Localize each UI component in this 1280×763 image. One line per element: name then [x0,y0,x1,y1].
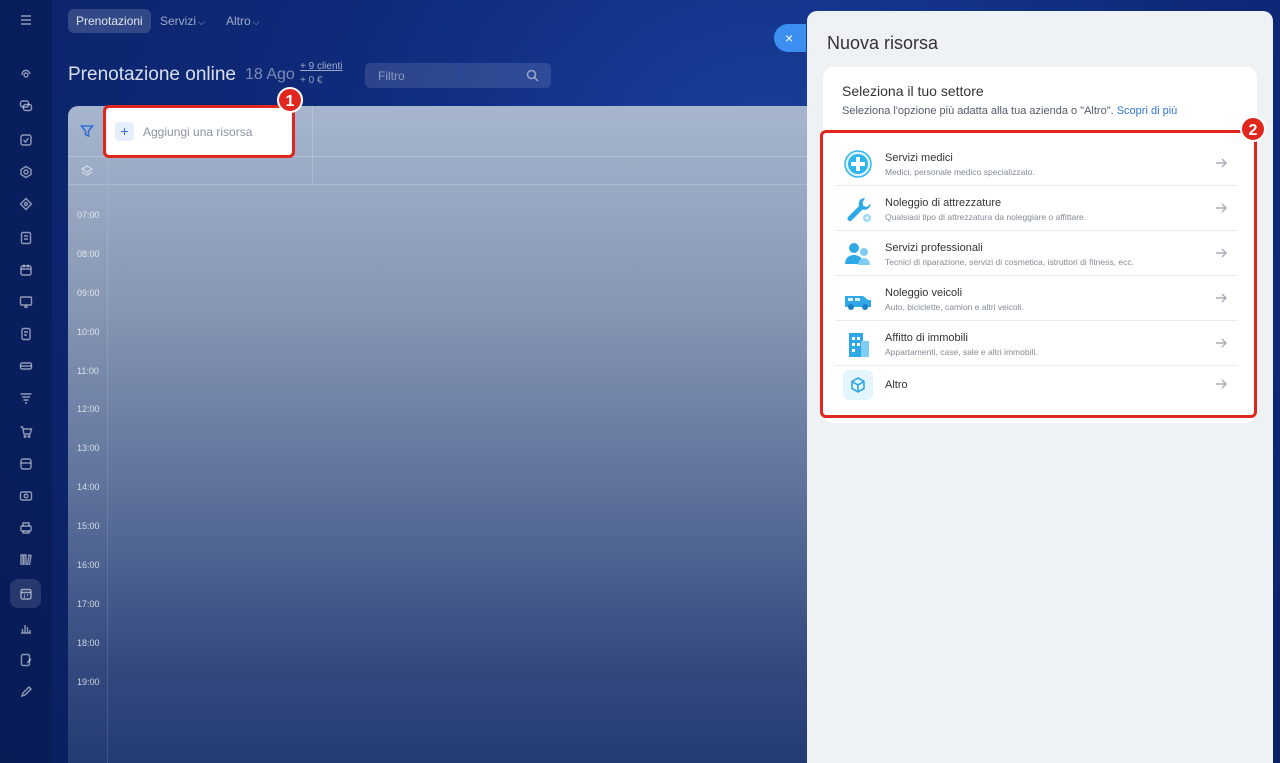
card-subtitle: Seleziona l'opzione più adatta alla tua … [842,105,1177,117]
sidebar-item-analytics[interactable] [16,618,36,638]
time-label: 08:00 [77,249,100,259]
add-resource-button[interactable]: + Aggiungi una risorsa [103,105,295,158]
filter-search[interactable] [365,63,551,88]
sidebar-item-edit[interactable] [16,682,36,702]
card-subtitle-text: Seleziona l'opzione più adatta alla tua … [842,105,1114,117]
sidebar-item-feed[interactable] [16,62,36,82]
sidebar-item-printer[interactable] [16,518,36,538]
booking-calendar: 07:00 08:00 09:00 10:00 11:00 12:00 13:0… [68,106,828,763]
column-separator [312,106,313,184]
clients-counter[interactable]: + 9 clienti [300,61,343,72]
time-label: 12:00 [77,404,100,414]
filter-funnel-icon[interactable] [79,124,95,138]
time-label: 15:00 [77,521,100,531]
sidebar-item-sign[interactable] [16,650,36,670]
card-title: Seleziona il tuo settore [842,83,984,99]
sidebar-item-funnel[interactable] [16,388,36,408]
time-label: 17:00 [77,599,100,609]
sidebar-item-tasks[interactable] [16,130,36,150]
time-column [68,106,108,763]
sidebar-item-knowledge[interactable] [16,550,36,570]
time-label: 16:00 [77,560,100,570]
sidebar-item-cashbox[interactable] [16,486,36,506]
add-resource-label: Aggiungi una risorsa [143,124,253,139]
sidebar-item-drive[interactable] [16,356,36,376]
time-label: 09:00 [77,288,100,298]
options-highlight-frame [820,130,1257,418]
annotation-badge-2: 2 [1240,116,1266,142]
time-label: 10:00 [77,327,100,337]
tab-altro[interactable]: Altro ⌵ [226,9,260,33]
sidebar-item-chat[interactable] [16,96,36,116]
layers-icon[interactable] [80,164,94,176]
close-slider-button[interactable]: × [774,24,806,52]
learn-more-link[interactable]: Scopri di più [1117,105,1178,117]
tab-servizi-label: Servizi [160,14,197,28]
header-divider [68,184,828,185]
sidebar-item-calendar[interactable] [16,260,36,280]
header-divider [68,156,828,157]
time-label: 07:00 [77,210,100,220]
menu-icon[interactable] [16,10,36,30]
sidebar-item-sites[interactable] [16,194,36,214]
left-sidebar [0,0,52,763]
sidebar-item-shop[interactable] [16,422,36,442]
sidebar-item-notes[interactable] [16,324,36,344]
page-title: Prenotazione online [68,64,236,85]
time-label: 19:00 [77,677,100,687]
sidebar-item-booking[interactable] [16,584,36,604]
sidebar-item-inventory[interactable] [16,454,36,474]
time-label: 18:00 [77,638,100,648]
filter-input[interactable] [365,63,515,88]
sidebar-item-documents[interactable] [16,228,36,248]
tab-altro-label: Altro [226,14,251,28]
tab-servizi[interactable]: Servizi ⌵ [160,9,205,33]
search-icon[interactable] [526,69,539,82]
sidebar-item-crm[interactable] [16,162,36,182]
time-label: 14:00 [77,482,100,492]
sidebar-item-presentations[interactable] [16,292,36,312]
revenue-counter: + 0 € [300,75,323,86]
plus-icon: + [115,122,134,141]
time-label: 13:00 [77,443,100,453]
chevron-down-icon: ⌵ [252,17,260,27]
tab-prenotazioni[interactable]: Prenotazioni [68,9,151,33]
page-date[interactable]: 18 Ago [245,66,295,84]
time-label: 11:00 [77,366,99,376]
panel-title: Nuova risorsa [827,33,939,53]
annotation-badge-1: 1 [277,87,303,113]
chevron-down-icon: ⌵ [198,17,205,27]
